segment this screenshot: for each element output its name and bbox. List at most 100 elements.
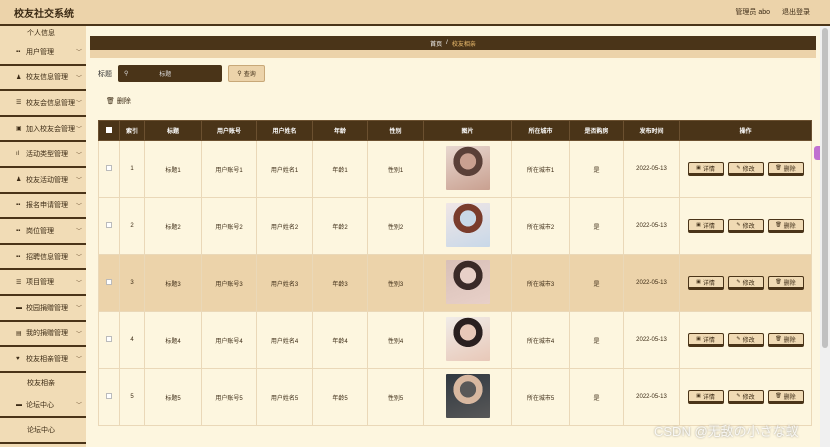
sidebar-item-personal-info[interactable]: 个人信息 [0,26,86,40]
sidebar-item-9[interactable]: ☰ 项目管理 ﹀ [0,270,86,296]
row-checkbox[interactable] [106,336,112,342]
table-row[interactable]: 4 标题4 用户账号4 用户姓名4 年龄4 性别4 所在城市4 是 2022-05-13 ▣ 详情 ✎… [98,311,812,369]
sidebar-item-label: 校友相亲 [27,379,55,387]
side-handle[interactable] [814,146,820,160]
detail-button[interactable]: ▣ 详情 [687,276,724,290]
column-header: 标题 [144,120,202,141]
document-icon: ▣ [696,165,701,171]
detail-button[interactable]: ▣ 详情 [687,390,724,404]
logout-link[interactable]: 退出登录 [782,7,810,17]
profile-photo[interactable] [445,317,490,361]
pencil-icon: ✎ [736,222,741,228]
batch-delete-button[interactable]: 🗑 删除 [106,96,131,106]
cell-house: 是 [569,254,624,312]
detail-button[interactable]: ▣ 详情 [687,333,724,347]
sidebar-item-12[interactable]: ♥ 校友相亲管理 ﹀ [0,347,86,373]
edit-button[interactable]: ✎ 修改 [727,162,764,176]
column-header: 用户账号 [201,120,257,141]
table-row[interactable]: 2 标题2 用户账号2 用户姓名2 年龄2 性别2 所在城市2 是 2022-05-13 ▣ 详情 ✎… [98,197,812,255]
cell-name: 用户姓名1 [256,140,313,198]
delete-button[interactable]: 🗑 删除 [767,390,804,404]
document-icon: ▣ [696,393,701,399]
search-input[interactable]: ⚲ 标题 [118,65,222,82]
sidebar-item-1[interactable]: ♟ 校友信息管理 ﹀ [0,66,86,92]
breadcrumb-underline [90,50,816,58]
sidebar-item-5[interactable]: ♟ 校友活动管理 ﹀ [0,168,86,194]
row-select-cell [98,368,120,426]
sidebar-item-label: 用户管理 [26,48,54,56]
row-checkbox[interactable] [106,279,112,285]
delete-button[interactable]: 🗑 删除 [767,162,804,176]
delete-button[interactable]: 🗑 删除 [767,333,804,347]
cell-age: 年龄5 [312,368,368,426]
page-scrollbar[interactable] [820,26,830,447]
cell-index: 3 [119,254,145,312]
chart-icon: ıl [16,151,19,158]
column-header: 年龄 [312,120,368,141]
column-header: 操作 [679,120,812,141]
breadcrumb-current: 校友相亲 [451,41,476,48]
sidebar-item-label: 校友活动管理 [26,176,68,184]
sidebar-item-10[interactable]: ▬ 校园捐赠管理 ﹀ [0,296,86,322]
profile-photo[interactable] [445,203,490,247]
sidebar-item-2[interactable]: ☰ 校友会信息管理 ﹀ [0,91,86,117]
cell-city: 所在城市3 [511,254,570,312]
cell-date: 2022-05-13 [623,197,680,255]
sidebar-item-label: 报名申请管理 [26,202,68,210]
query-button[interactable]: ⚲ 查询 [228,65,265,82]
row-checkbox[interactable] [106,393,112,399]
edit-label: 修改 [742,280,755,287]
cell-age: 年龄2 [312,197,368,255]
scrollbar-thumb[interactable] [822,28,828,348]
detail-button[interactable]: ▣ 详情 [687,219,724,233]
sidebar-item-0[interactable]: ▪▪ 用户管理 ﹀ [0,40,86,66]
detail-button[interactable]: ▣ 详情 [687,162,724,176]
cell-name: 用户姓名4 [256,311,313,369]
delete-label: 删除 [783,337,796,344]
select-all-checkbox[interactable] [106,126,112,133]
search-row: 标题 ⚲ 标题 ⚲ 查询 [98,65,265,82]
table-row[interactable]: 1 标题1 用户账号1 用户姓名1 年龄1 性别1 所在城市1 是 2022-05-13 ▣ 详情 ✎… [98,140,812,198]
cell-gender: 性别4 [367,311,424,369]
detail-label: 详情 [702,394,715,401]
cell-account: 用户账号5 [201,368,257,426]
sidebar-item-forum[interactable]: ▬ 论坛中心 ﹀ [0,393,86,419]
profile-photo[interactable] [445,260,490,304]
sidebar-item-7[interactable]: ▪▪ 岗位管理 ﹀ [0,219,86,245]
trash-icon: 🗑 [106,98,115,105]
profile-photo[interactable] [445,374,490,418]
sidebar-item-forum-center[interactable]: 论坛中心 [0,418,86,444]
column-header: 是否购房 [569,120,624,141]
row-checkbox[interactable] [106,222,112,228]
table-row[interactable]: 5 标题5 用户账号5 用户姓名5 年龄5 性别5 所在城市5 是 2022-05-13 ▣ 详情 ✎… [98,368,812,426]
sidebar-item-4[interactable]: ıl 活动类型管理 ﹀ [0,142,86,168]
chevron-down-icon: ﹀ [75,101,82,108]
edit-button[interactable]: ✎ 修改 [727,276,764,290]
batch-delete-label: 删除 [116,98,131,105]
trash-icon: 🗑 [775,165,782,171]
cell-photo [423,368,512,426]
sidebar-item-11[interactable]: ▤ 我的捐赠管理 ﹀ [0,322,86,348]
sidebar-item-label: 校友信息管理 [26,74,68,82]
edit-label: 修改 [742,394,755,401]
delete-button[interactable]: 🗑 删除 [767,276,804,290]
sidebar-item-dating-notice[interactable]: 校友相亲 [0,373,86,393]
edit-button[interactable]: ✎ 修改 [727,333,764,347]
row-checkbox[interactable] [106,165,112,171]
edit-button[interactable]: ✎ 修改 [727,390,764,404]
sidebar-item-6[interactable]: ▪▪ 报名申请管理 ﹀ [0,194,86,220]
cell-city: 所在城市5 [511,368,570,426]
cell-house: 是 [569,197,624,255]
breadcrumb-home[interactable]: 首页 [430,39,442,48]
card-icon: ▬ [16,401,22,408]
sidebar-item-8[interactable]: ▪▪ 招聘信息管理 ﹀ [0,245,86,271]
current-user[interactable]: 管理员 abo [735,7,770,17]
cell-gender: 性别1 [367,140,424,198]
edit-button[interactable]: ✎ 修改 [727,219,764,233]
chevron-down-icon: ﹀ [75,152,82,159]
profile-photo[interactable] [445,146,490,190]
detail-label: 详情 [702,280,715,287]
sidebar-item-3[interactable]: ▣ 加入校友会管理 ﹀ [0,117,86,143]
delete-button[interactable]: 🗑 删除 [767,219,804,233]
table-row[interactable]: 3 标题3 用户账号3 用户姓名3 年龄3 性别3 所在城市3 是 2022-05-13 ▣ 详情 ✎… [98,254,812,312]
